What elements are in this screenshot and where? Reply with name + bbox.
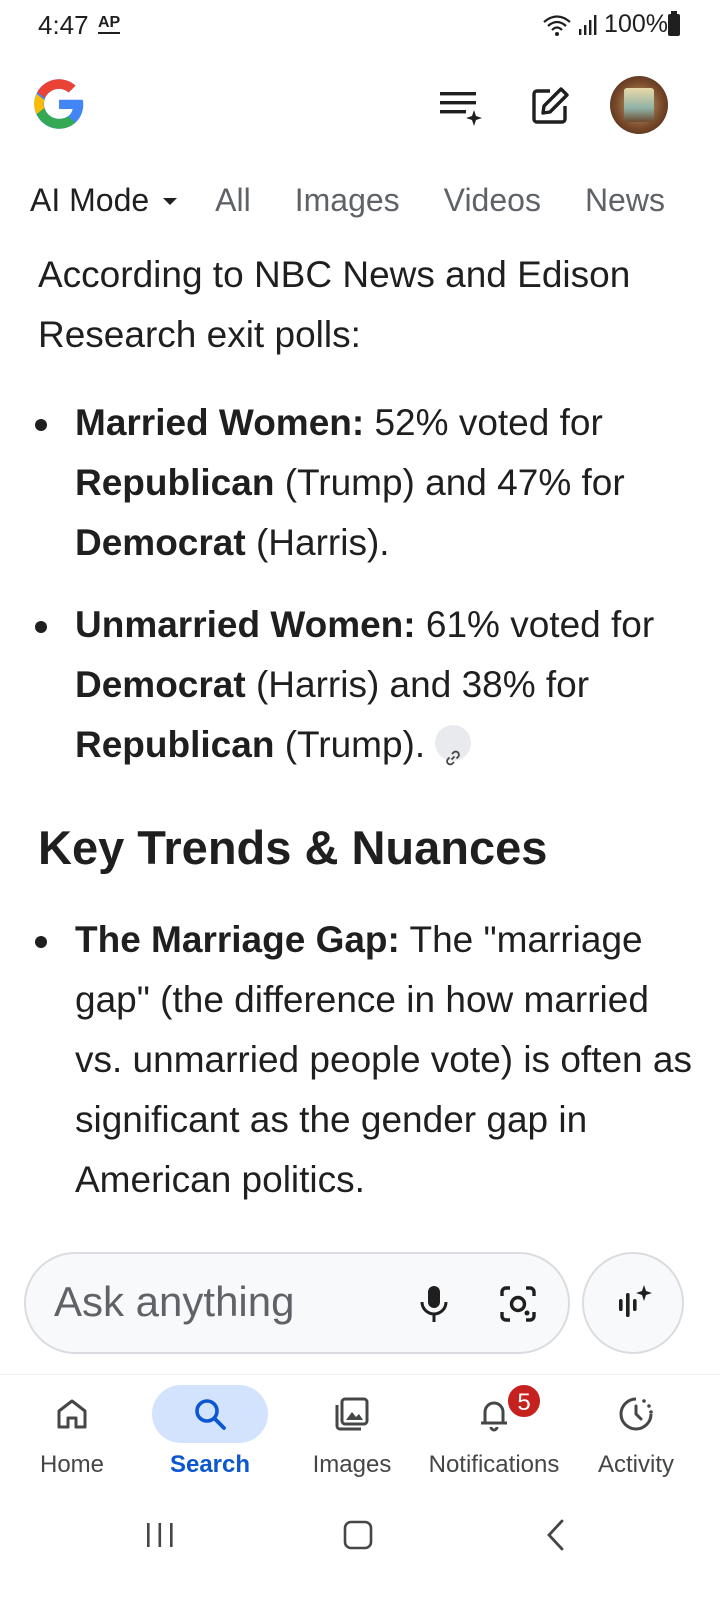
- intro-paragraph: According to NBC News and Edison Researc…: [38, 254, 631, 355]
- nav-images[interactable]: Images: [280, 1375, 424, 1500]
- tab-videos[interactable]: Videos: [444, 182, 541, 219]
- ask-input[interactable]: Ask anything: [24, 1252, 570, 1354]
- home-square-icon: [343, 1520, 373, 1550]
- bullet-lead: The Marriage Gap:: [75, 919, 400, 960]
- bullet-emphasis: Republican: [75, 724, 275, 765]
- bullet-text: The "marriage gap" (the difference in ho…: [75, 919, 692, 1200]
- bottom-nav: Home Search Images 5 Notifications Activ…: [0, 1374, 720, 1499]
- avatar[interactable]: [610, 76, 668, 134]
- nav-label: Images: [312, 1451, 392, 1478]
- section-heading: Key Trends & Nuances: [38, 821, 548, 874]
- bullet-text: (Trump) and 47% for: [274, 462, 625, 503]
- history-button[interactable]: [436, 82, 484, 130]
- nav-label: Home: [39, 1451, 105, 1478]
- edit-icon: [532, 87, 569, 124]
- bullet-text: 52% voted for: [364, 402, 603, 443]
- bullet-text: (Harris) and 38% for: [245, 664, 590, 705]
- new-chat-button[interactable]: [526, 82, 574, 130]
- status-indicators: 100%: [542, 10, 668, 39]
- history-sparkle-icon: [440, 92, 482, 126]
- bullet-emphasis: Democrat: [75, 664, 246, 705]
- tab-label: AI Mode: [30, 181, 150, 218]
- status-bar: 4:47 AP 100%: [0, 0, 720, 56]
- bullet-text: (Trump).: [274, 724, 426, 765]
- bullet-text: 61% voted for: [415, 604, 655, 645]
- tab-all[interactable]: All: [215, 182, 251, 219]
- link-icon: [446, 750, 460, 766]
- app-header: [0, 60, 720, 150]
- list-item: The Marriage Gap: The "marriage gap" (th…: [0, 910, 700, 1210]
- bullet-emphasis: Republican: [75, 462, 275, 503]
- tab-news[interactable]: News: [585, 182, 665, 219]
- bullet-text: (Harris).: [245, 522, 390, 563]
- ask-placeholder: Ask anything: [54, 1278, 295, 1325]
- google-g-logo[interactable]: [30, 75, 88, 133]
- nav-icon-container: [294, 1385, 410, 1443]
- recents-button[interactable]: [130, 1510, 190, 1560]
- notification-badge: 5: [506, 1383, 542, 1419]
- list-item: Unmarried Women: 61% voted for Democrat …: [0, 595, 700, 775]
- ai-response: According to NBC News and Edison Researc…: [0, 245, 720, 1230]
- list-item: Married Women: 52% voted for Republican …: [0, 393, 700, 573]
- mic-icon[interactable]: [412, 1282, 456, 1326]
- bullet-emphasis: Democrat: [75, 522, 246, 563]
- battery-percent: 100%: [604, 10, 668, 38]
- home-icon: [57, 1399, 87, 1429]
- voice-mode-button[interactable]: [582, 1252, 684, 1354]
- home-system-button[interactable]: [328, 1510, 388, 1560]
- images-icon: [335, 1397, 369, 1431]
- search-tabs: AI Mode All Images Videos News: [0, 170, 720, 230]
- nav-icon-container: [578, 1385, 694, 1443]
- nav-search[interactable]: Search: [138, 1375, 282, 1500]
- tab-ai-mode[interactable]: AI Mode: [30, 181, 178, 219]
- nav-notifications[interactable]: 5 Notifications: [422, 1375, 566, 1500]
- back-button[interactable]: [526, 1510, 586, 1560]
- bullet-lead: Unmarried Women:: [75, 604, 416, 645]
- status-time: 4:47: [38, 10, 89, 40]
- battery-icon: [668, 11, 680, 36]
- sparkle-voice-icon: [619, 1285, 652, 1317]
- caret-down-icon: [163, 198, 178, 205]
- wifi-icon: [543, 14, 571, 36]
- lens-camera-icon[interactable]: [496, 1282, 540, 1326]
- signal-icon: [579, 14, 597, 35]
- source-link-chip[interactable]: [435, 725, 472, 766]
- poll-list: Married Women: 52% voted for Republican …: [0, 393, 720, 775]
- recents-icon: [147, 1523, 173, 1547]
- nav-home[interactable]: Home: [0, 1375, 144, 1500]
- nav-icon-container: [152, 1385, 268, 1443]
- trend-list: The Marriage Gap: The "marriage gap" (th…: [0, 910, 720, 1210]
- search-icon: [195, 1399, 226, 1430]
- tab-images[interactable]: Images: [295, 182, 400, 219]
- bullet-lead: Married Women:: [75, 402, 365, 443]
- activity-icon: [619, 1397, 653, 1431]
- nav-activity[interactable]: Activity: [564, 1375, 708, 1500]
- nav-label: Search: [169, 1451, 251, 1478]
- nav-icon-container: [14, 1385, 130, 1443]
- system-nav-bar: [0, 1500, 720, 1600]
- carrier-badge: AP: [98, 14, 121, 34]
- back-chevron-icon: [547, 1519, 564, 1551]
- nav-label: Activity: [597, 1451, 674, 1478]
- nav-label: Notifications: [428, 1451, 560, 1478]
